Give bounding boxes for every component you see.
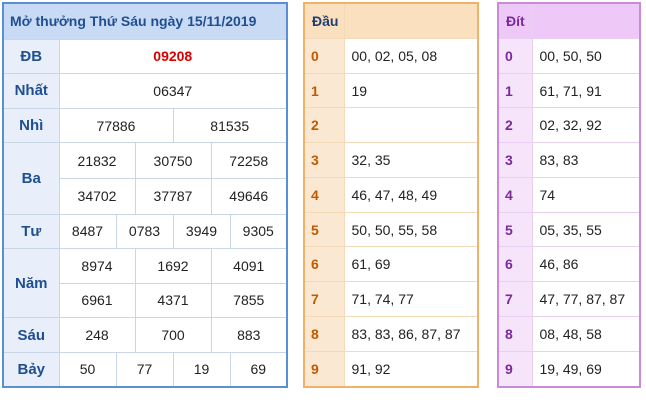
head-digit-values: 19 [343,72,479,109]
tail-digit-values: 47, 77, 87, 87 [531,281,641,317]
prize-tu-value: 9305 [229,213,288,250]
prize-nam-value: 4371 [134,282,212,319]
tail-digit: 0 [497,38,533,74]
head-digit: 7 [303,281,345,317]
prize-nam-value: 1692 [134,248,212,284]
prize-bay-value: 77 [115,351,174,388]
head-table-title: Đầu [303,2,345,39]
prize-ba-value: 49646 [210,177,288,215]
tail-digit: 6 [497,246,533,283]
prize-label-ba: Ba [2,142,60,215]
tail-digit: 8 [497,315,533,352]
tail-digit-values: 19, 49, 69 [531,350,641,388]
head-digit-values: 71, 74, 77 [343,281,479,317]
prize-bay-value: 69 [229,351,288,388]
tail-digit: 5 [497,211,533,248]
prize-nhi-value: 77886 [58,107,174,144]
prize-nam-value: 8974 [58,248,136,284]
prize-sau-value: 248 [58,317,136,353]
prize-nam-value: 7855 [210,282,288,319]
head-digit: 3 [303,142,345,178]
prize-label-bay: Bảy [2,351,60,388]
prize-db-value: 09208 [58,38,288,75]
prize-ba-value: 30750 [134,142,212,179]
head-digit-values: 61, 69 [343,246,479,283]
head-digit-values: 46, 47, 48, 49 [343,176,479,213]
tail-table-title: Đít [497,2,533,39]
prize-sau-value: 883 [210,317,288,353]
prize-bay-value: 19 [172,351,231,388]
head-digit: 9 [303,350,345,388]
prize-tu-value: 3949 [172,213,231,250]
tail-digit-values: 05, 35, 55 [531,211,641,248]
tail-digit-values: 08, 48, 58 [531,315,641,352]
prize-tu-value: 8487 [58,213,117,250]
head-digit-table: Đầu 0 00, 02, 05, 08 1 19 2 3 32, 35 4 46, 4… [303,2,479,388]
head-digit: 6 [303,246,345,283]
prize-label-tu: Tư [2,213,60,250]
prize-label-nam: Năm [2,248,60,319]
head-digit: 2 [303,107,345,144]
prize-ba-value: 37787 [134,177,212,215]
prize-label-sau: Sáu [2,317,60,353]
tail-digit-values: 74 [531,176,641,213]
prize-ba-value: 72258 [210,142,288,179]
head-digit-values: 32, 35 [343,142,479,178]
prize-ba-value: 21832 [58,142,136,179]
head-digit-values: 00, 02, 05, 08 [343,38,479,74]
tail-digit: 2 [497,107,533,144]
tail-digit: 9 [497,350,533,388]
tail-digit: 7 [497,281,533,317]
prize-label-db: ĐB [2,38,60,75]
tail-table-header-blank [531,2,641,39]
head-digit-values: 91, 92 [343,350,479,388]
head-digit: 8 [303,315,345,352]
prize-tu-value: 0783 [115,213,174,250]
tail-digit-values: 61, 71, 91 [531,72,641,109]
prize-label-nhi: Nhì [2,107,60,144]
prize-nam-value: 4091 [210,248,288,284]
head-digit: 5 [303,211,345,248]
tail-digit-table: Đít 0 00, 50, 50 1 61, 71, 91 2 02, 32, 92 … [497,2,641,388]
tail-digit-values: 83, 83 [531,142,641,178]
tail-digit: 1 [497,72,533,109]
head-digit-values: 83, 83, 86, 87, 87 [343,315,479,352]
head-digit-values: 50, 50, 55, 58 [343,211,479,248]
prize-nhat-value: 06347 [58,73,288,109]
head-table-header-blank [343,2,479,39]
prize-label-nhat: Nhất [2,73,60,109]
tail-digit: 4 [497,176,533,213]
prize-sau-value: 700 [134,317,212,353]
prize-bay-value: 50 [58,351,117,388]
tail-digit-values: 46, 86 [531,246,641,283]
head-digit-values [343,107,479,144]
prize-nam-value: 6961 [58,282,136,319]
head-digit: 4 [303,176,345,213]
tail-digit-values: 02, 32, 92 [531,107,641,144]
tail-digit: 3 [497,142,533,178]
prize-nhi-value: 81535 [172,107,288,144]
results-table: Mở thưởng Thứ Sáu ngày 15/11/2019 ĐB 092… [2,2,288,388]
results-title: Mở thưởng Thứ Sáu ngày 15/11/2019 [2,2,288,40]
prize-ba-value: 34702 [58,177,136,215]
head-digit: 0 [303,38,345,74]
head-digit: 1 [303,72,345,109]
tail-digit-values: 00, 50, 50 [531,38,641,74]
